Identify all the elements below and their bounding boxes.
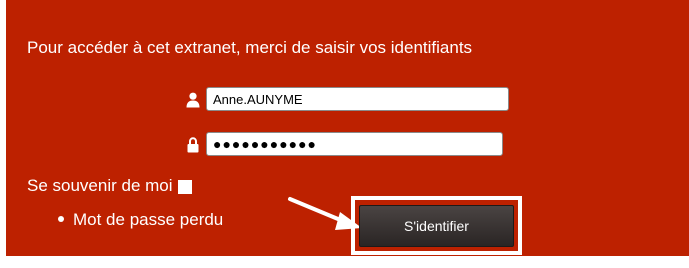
lock-icon — [187, 137, 199, 153]
login-intro-text: Pour accéder à cet extranet, merci de sa… — [27, 38, 473, 57]
forgot-password-link[interactable]: Mot de passe perdu — [73, 210, 223, 229]
remember-me-label: Se souvenir de moi — [27, 176, 173, 195]
bullet-icon — [58, 215, 64, 222]
forgot-password-item: Mot de passe perdu — [58, 210, 223, 230]
submit-button[interactable]: S'identifier — [359, 205, 514, 247]
remember-me[interactable]: Se souvenir de moi — [27, 176, 192, 196]
user-icon — [186, 92, 200, 108]
username-input[interactable] — [206, 87, 509, 111]
password-input[interactable] — [206, 132, 503, 156]
remember-me-checkbox[interactable] — [177, 180, 192, 194]
